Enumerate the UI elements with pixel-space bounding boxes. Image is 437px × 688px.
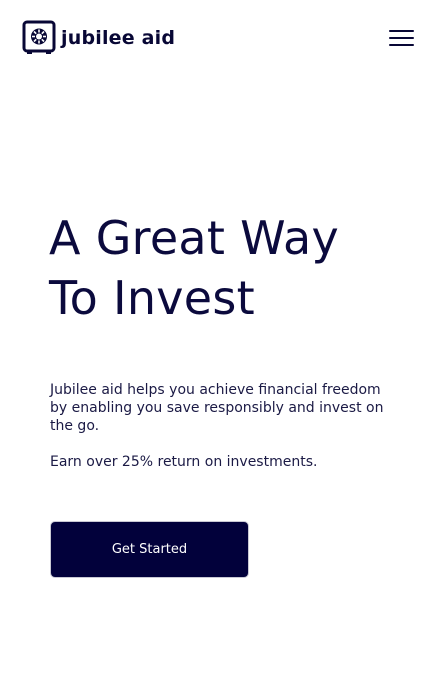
hero-description: Jubilee aid helps you achieve financial …	[50, 382, 384, 434]
hamburger-menu-icon[interactable]	[386, 28, 416, 48]
menu-bar-top	[389, 30, 414, 32]
hero-return-text: Earn over 25% return on investments.	[50, 454, 318, 470]
hero-title-line-1: A Great Way	[49, 211, 340, 265]
site-header: jubilee aid	[0, 0, 437, 76]
safe-icon	[22, 20, 56, 54]
brand-logo[interactable]: jubilee aid	[22, 20, 175, 56]
hero-title-line-2: To Invest	[49, 271, 255, 325]
menu-bar-middle	[389, 37, 414, 39]
hero-title: A Great Way To Invest	[49, 208, 429, 328]
menu-bar-bottom	[389, 44, 414, 46]
get-started-button[interactable]: Get Started	[50, 521, 249, 578]
brand-name: jubilee aid	[61, 27, 176, 49]
